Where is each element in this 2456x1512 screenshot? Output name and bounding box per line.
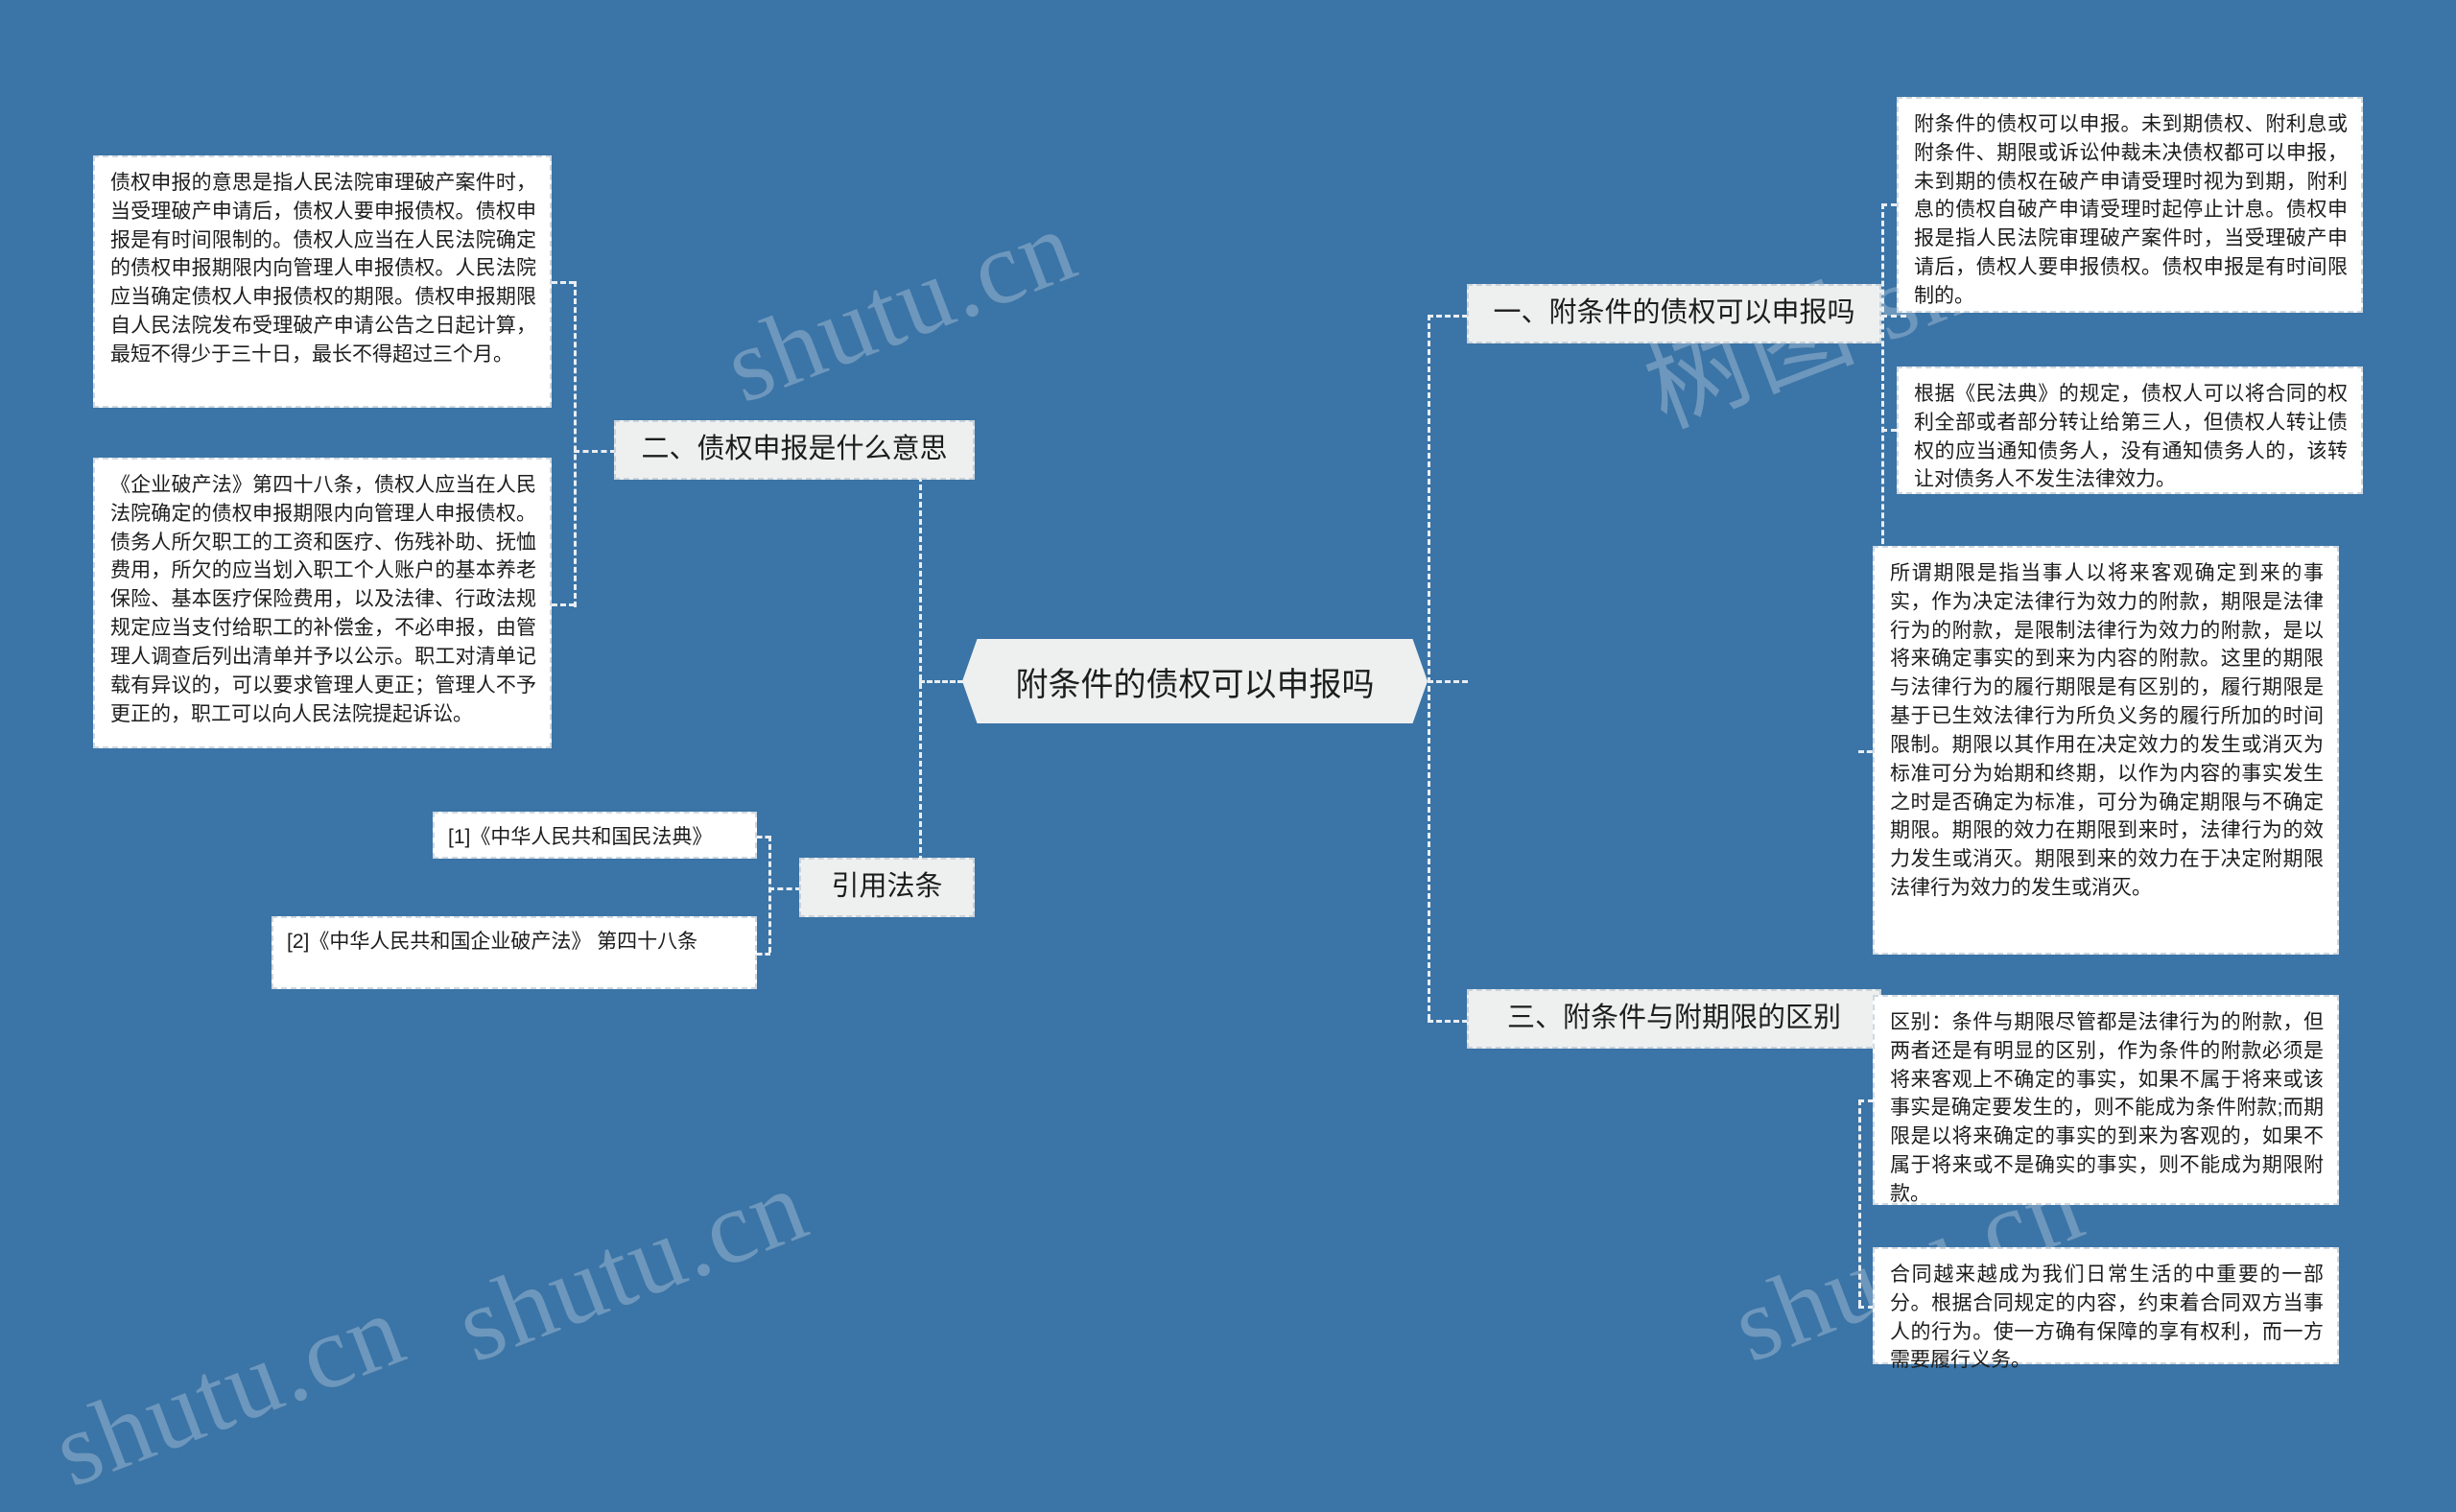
leaf-node-conditional-claim-can-be-declared[interactable]: 附条件的债权可以申报。未到期债权、附利息或附条件、期限或诉讼仲裁未决债权都可以申… bbox=[1897, 97, 2363, 313]
watermark: shutu.cn bbox=[441, 1147, 823, 1384]
leaf-node-definition-of-time-limit[interactable]: 所谓期限是指当事人以将来客观确定到来的事实，作为决定法律行为效力的附款，期限是法… bbox=[1873, 546, 2339, 955]
branch-node-condition-vs-time-limit[interactable]: 三、附条件与附期限的区别 bbox=[1467, 989, 1881, 1049]
leaf-node-difference-condition-time-limit[interactable]: 区别：条件与期限尽管都是法律行为的附款，但两者还是有明显的区别，作为条件的附款必… bbox=[1873, 995, 2339, 1205]
leaf-node-civil-code-assignment-rule[interactable]: 根据《民法典》的规定，债权人可以将合同的权利全部或者部分转让给第三人，但债权人转… bbox=[1897, 366, 2363, 494]
leaf-node-enterprise-bankruptcy-law-article-48[interactable]: 《企业破产法》第四十八条，债权人应当在人民法院确定的债权申报期限内向管理人申报债… bbox=[93, 458, 552, 748]
branch-node-debt-declaration-meaning[interactable]: 二、债权申报是什么意思 bbox=[614, 420, 975, 480]
leaf-node-debt-declaration-meaning-detail[interactable]: 债权申报的意思是指人民法院审理破产案件时，当受理破产申请后，债权人要申报债权。债… bbox=[93, 155, 552, 408]
citation-item-bankruptcy-law[interactable]: [2]《中华人民共和国企业破产法》 第四十八条 bbox=[272, 916, 757, 989]
watermark: shutu.cn bbox=[710, 188, 1092, 425]
root-node[interactable]: 附条件的债权可以申报吗 bbox=[962, 639, 1428, 723]
watermark: shutu.cn bbox=[38, 1272, 420, 1509]
branch-node-cited-statutes[interactable]: 引用法条 bbox=[799, 858, 975, 917]
leaf-node-contract-importance[interactable]: 合同越来越成为我们日常生活的中重要的一部分。根据合同规定的内容，约束着合同双方当… bbox=[1873, 1247, 2339, 1371]
branch-node-conditional-claim-declarable[interactable]: 一、附条件的债权可以申报吗 bbox=[1467, 284, 1881, 343]
citation-item-civil-code[interactable]: [1]《中华人民共和国民法典》 bbox=[433, 812, 757, 859]
